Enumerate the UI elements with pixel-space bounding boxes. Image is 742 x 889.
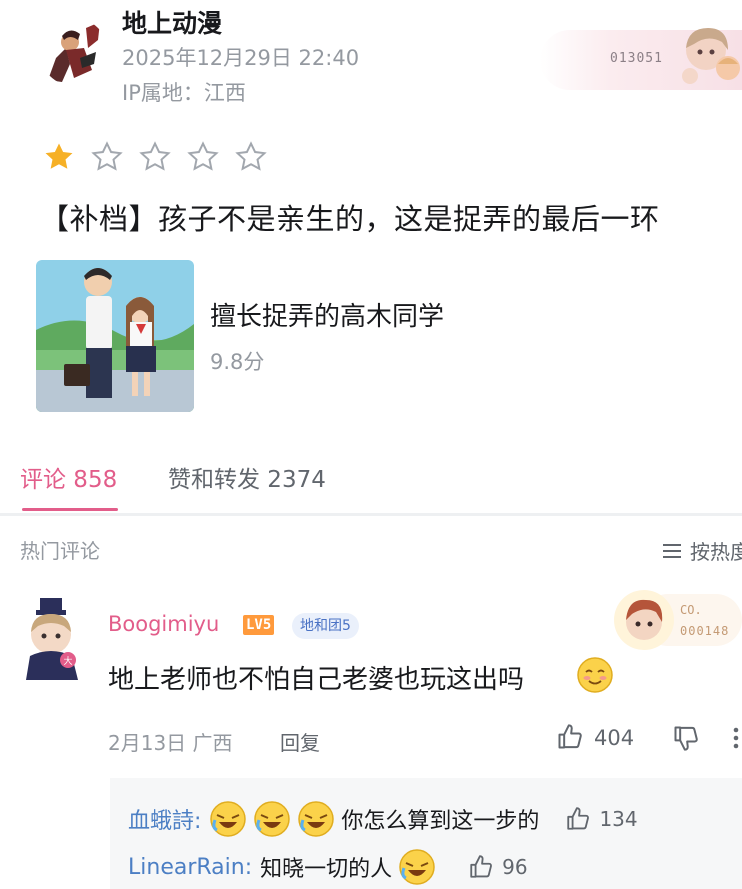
reply-button[interactable]: 回复 [280, 727, 320, 756]
reply-item[interactable]: 血蛾詩: 你怎么算到这一步的 134 [128, 800, 638, 838]
star-empty-icon [91, 141, 123, 171]
anime-cover-image[interactable] [36, 260, 194, 412]
decoration-number: 000148 [680, 624, 730, 638]
active-tab-indicator [22, 508, 118, 511]
tab-divider [0, 513, 742, 516]
fan-card-character-image [676, 20, 742, 90]
decoration-label: CO. [680, 603, 702, 617]
tab-comments[interactable]: 评论 858 [20, 460, 117, 494]
laugh-cry-emoji-icon [254, 801, 291, 837]
fan-medal-badge[interactable]: 地和团5 [292, 613, 359, 639]
reply-text: 知晓一切的人 [260, 857, 393, 882]
reply-like-button[interactable]: 134 [565, 806, 638, 832]
star-filled-icon [45, 143, 73, 169]
blush-smile-emoji-icon [576, 656, 614, 694]
level-badge: LV5 [243, 615, 275, 635]
more-options-icon[interactable] [730, 724, 742, 752]
reply-item[interactable]: LinearRain: 知晓一切的人 96 [128, 848, 528, 886]
tab-reposts[interactable]: 赞和转发 2374 [168, 460, 326, 494]
star-empty-icon [235, 141, 267, 171]
like-count: 404 [594, 726, 635, 750]
commenter-avatar[interactable]: 大 [16, 598, 86, 680]
star-empty-icon [187, 141, 219, 171]
review-text: 【补档】孩子不是亲生的，这是捉弄的最后一环 [40, 202, 660, 236]
anime-score: 9.8分 [210, 350, 265, 374]
svg-text:大: 大 [63, 655, 72, 667]
author-name[interactable]: 地上动漫 [122, 4, 222, 40]
laugh-cry-emoji-icon [210, 801, 247, 837]
commenter-name[interactable]: Boogimiyu [108, 612, 219, 636]
post-ip-location: IP属地：江西 [122, 81, 246, 105]
sort-label: 按热度 [690, 540, 742, 564]
laugh-cry-emoji-icon [399, 849, 435, 885]
reply-like-count: 96 [502, 855, 528, 879]
post-time: 2025年12月29日 22:40 [122, 46, 360, 70]
thumbs-up-icon[interactable] [556, 723, 584, 751]
laugh-cry-emoji-icon [298, 801, 335, 837]
fan-card-number: 013051 [610, 51, 663, 66]
comment-text: 地上老师也不怕自己老婆也玩这出吗 [108, 665, 525, 695]
hot-comments-label: 热门评论 [20, 539, 100, 563]
comment-date-location: 2月13日 广西 [108, 731, 233, 755]
reply-like-count: 134 [599, 807, 638, 831]
reply-username[interactable]: 血蛾詩: [128, 803, 201, 835]
author-avatar[interactable] [40, 18, 108, 86]
thumbs-up-icon [470, 855, 493, 878]
rating-stars [42, 140, 268, 174]
thumbs-down-icon[interactable] [672, 724, 700, 752]
sort-by-hot-button[interactable]: 按热度 [662, 536, 742, 565]
star-empty-icon [139, 141, 171, 171]
reply-like-button[interactable]: 96 [468, 854, 528, 880]
comment-decoration-card[interactable] [612, 588, 742, 652]
reply-username[interactable]: LinearRain: [128, 855, 252, 880]
thumbs-up-icon [567, 807, 590, 830]
sort-list-icon [663, 543, 681, 558]
reply-text: 你怎么算到这一步的 [341, 809, 540, 834]
anime-title[interactable]: 擅长捉弄的高木同学 [210, 296, 444, 333]
